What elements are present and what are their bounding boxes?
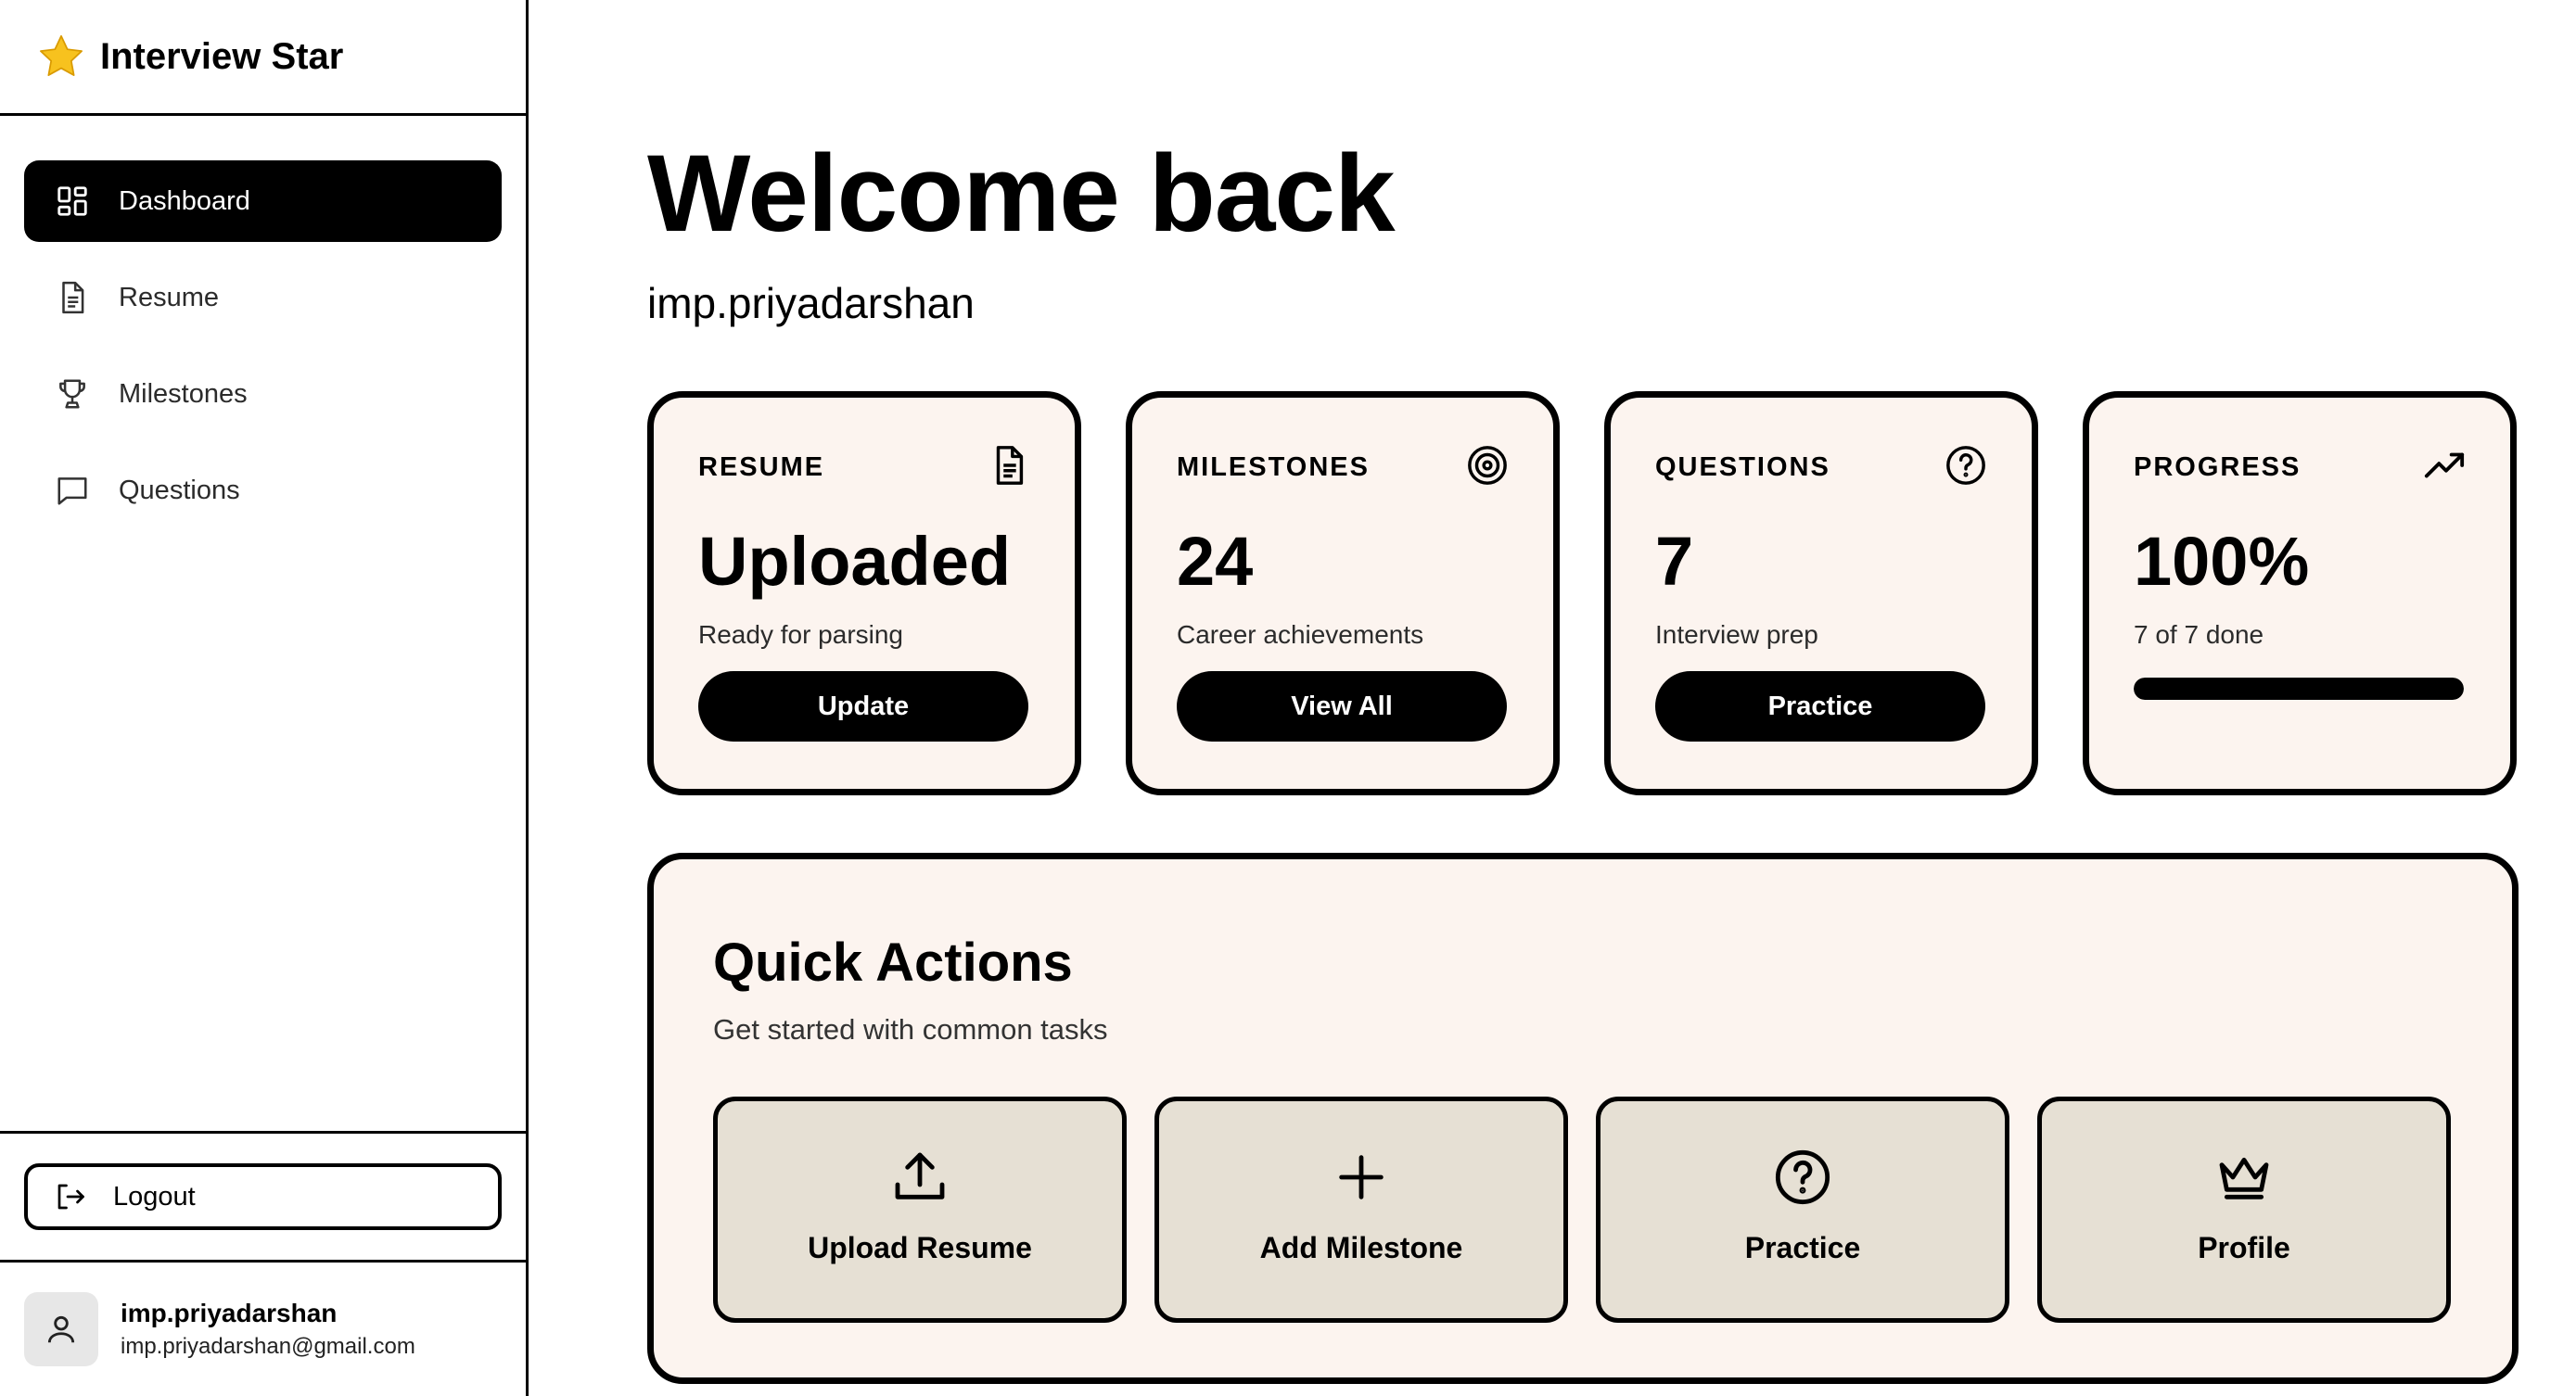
logout-icon xyxy=(57,1184,84,1210)
card-subtitle: Ready for parsing xyxy=(698,620,904,649)
sidebar-nav: Dashboard Resume Milestones Questions xyxy=(0,116,526,531)
brand: Interview Star xyxy=(0,0,526,116)
star-icon xyxy=(40,35,83,77)
trending-up-icon xyxy=(2423,444,2466,491)
sidebar-item-milestones[interactable]: Milestones xyxy=(24,353,502,435)
dashboard-icon xyxy=(54,183,91,220)
target-icon xyxy=(1466,444,1509,491)
user-name: imp.priyadarshan xyxy=(121,1299,338,1327)
card-value: 100% xyxy=(2134,523,2310,600)
sidebar-item-dashboard[interactable]: Dashboard xyxy=(24,160,502,242)
card-value: 7 xyxy=(1655,523,1694,600)
update-button[interactable]: Update xyxy=(698,671,1028,742)
crown-icon xyxy=(2214,1148,2274,1207)
upload-resume-button[interactable]: Upload Resume xyxy=(713,1097,1127,1323)
user-email: imp.priyadarshan@gmail.com xyxy=(121,1334,415,1359)
quick-actions-panel: Quick Actions Get started with common ta… xyxy=(647,853,2519,1384)
progress-bar xyxy=(2134,678,2464,700)
quick-actions-subtitle: Get started with common tasks xyxy=(713,1013,1108,1046)
card-subtitle: Interview prep xyxy=(1655,620,1818,649)
action-label: Upload Resume xyxy=(808,1231,1032,1264)
progress-bar-fill xyxy=(2134,678,2464,700)
view-all-button[interactable]: View All xyxy=(1177,671,1507,742)
sidebar-item-resume[interactable]: Resume xyxy=(24,257,502,338)
card-subtitle: 7 of 7 done xyxy=(2134,620,2264,649)
upload-icon xyxy=(890,1148,950,1207)
milestones-card: MILESTONES 24 Career achievements View A… xyxy=(1126,391,1560,795)
question-circle-icon xyxy=(1945,444,1987,491)
sidebar: Interview Star Dashboard Resume Mileston… xyxy=(0,0,529,1396)
quick-actions-title: Quick Actions xyxy=(713,933,1073,993)
practice-action-button[interactable]: Practice xyxy=(1596,1097,2009,1323)
card-label: PROGRESS xyxy=(2134,451,2302,482)
card-value: Uploaded xyxy=(698,523,1012,600)
action-label: Profile xyxy=(2198,1231,2290,1264)
document-icon xyxy=(54,279,91,316)
main-content: Welcome back imp.priyadarshan RESUME Upl… xyxy=(531,0,2576,1396)
action-label: Add Milestone xyxy=(1259,1231,1463,1264)
practice-button[interactable]: Practice xyxy=(1655,671,1985,742)
question-circle-icon xyxy=(1773,1148,1832,1207)
profile-button[interactable]: Profile xyxy=(2037,1097,2451,1323)
user-icon xyxy=(47,1315,75,1343)
avatar xyxy=(24,1292,98,1366)
card-label: MILESTONES xyxy=(1177,451,1370,482)
sidebar-item-label: Milestones xyxy=(119,378,248,409)
sidebar-item-label: Resume xyxy=(119,282,219,312)
card-label: RESUME xyxy=(698,451,825,482)
action-label: Practice xyxy=(1744,1231,1861,1264)
add-milestone-button[interactable]: Add Milestone xyxy=(1154,1097,1568,1323)
chat-icon xyxy=(54,472,91,509)
app-title: Interview Star xyxy=(100,35,344,77)
questions-card: QUESTIONS 7 Interview prep Practice xyxy=(1604,391,2038,795)
logout-label: Logout xyxy=(113,1181,196,1212)
trophy-icon xyxy=(54,375,91,412)
logout-button[interactable]: Logout xyxy=(24,1163,502,1230)
card-label: QUESTIONS xyxy=(1655,451,1830,482)
card-value: 24 xyxy=(1177,523,1254,600)
plus-icon xyxy=(1332,1148,1391,1207)
sidebar-item-questions[interactable]: Questions xyxy=(24,450,502,531)
user-info: imp.priyadarshan imp.priyadarshan@gmail.… xyxy=(121,1299,415,1360)
sidebar-item-label: Dashboard xyxy=(119,185,250,216)
progress-card: PROGRESS 100% 7 of 7 done xyxy=(2083,391,2517,795)
sidebar-item-label: Questions xyxy=(119,475,240,505)
user-card[interactable]: imp.priyadarshan imp.priyadarshan@gmail.… xyxy=(0,1263,526,1396)
card-subtitle: Career achievements xyxy=(1177,620,1424,649)
page-subtitle: imp.priyadarshan xyxy=(647,279,975,327)
logout-section: Logout xyxy=(0,1131,526,1263)
resume-card: RESUME Uploaded Ready for parsing Update xyxy=(647,391,1081,795)
document-icon xyxy=(988,444,1030,491)
page-title: Welcome back xyxy=(647,133,1396,255)
